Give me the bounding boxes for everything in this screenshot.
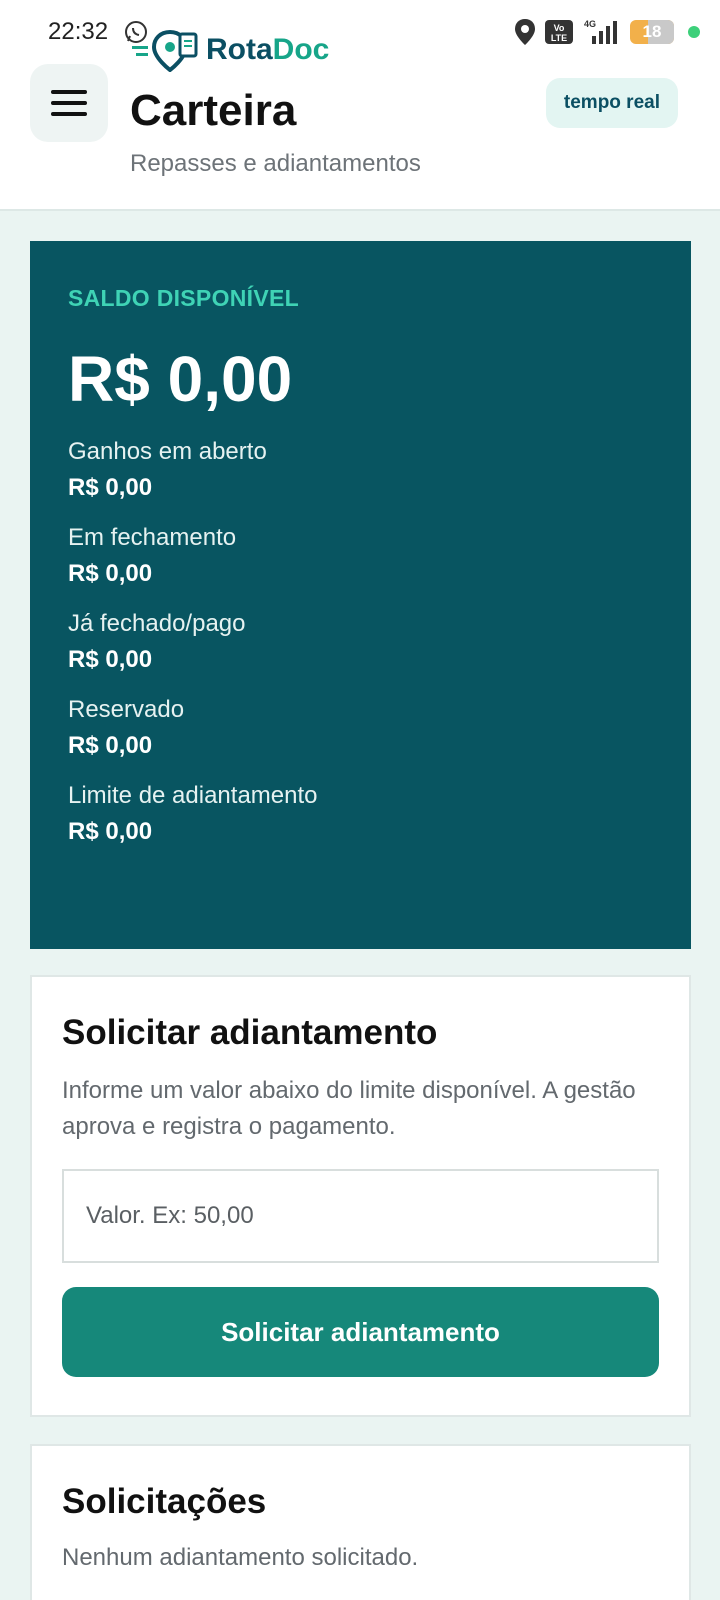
status-icons: Vo LTE 4G 18 [514, 16, 700, 48]
amount-input[interactable] [62, 1169, 659, 1263]
requests-empty-text: Nenhum adiantamento solicitado. [62, 1544, 419, 1571]
stat-value: R$ 0,00 [68, 560, 153, 587]
stat-label: Já fechado/pago [68, 610, 246, 637]
stat-advance-limit: Limite de adiantamento R$ 0,00 [68, 782, 653, 846]
svg-text:4G: 4G [584, 19, 596, 29]
stat-value: R$ 0,00 [68, 732, 153, 759]
request-advance-button[interactable]: Solicitar adiantamento [62, 1287, 659, 1377]
requests-title: Solicitações [62, 1482, 267, 1521]
status-time: 22:32 [48, 18, 109, 45]
balance-amount: R$ 0,00 [68, 343, 293, 415]
stat-label: Em fechamento [68, 524, 237, 551]
app-logo: RotaDoc [130, 28, 329, 72]
advance-request-description: Informe um valor abaixo do limite dispon… [62, 1077, 636, 1140]
menu-button[interactable] [30, 64, 108, 142]
logo-pin-doc-icon [132, 29, 198, 72]
advance-request-title: Solicitar adiantamento [62, 1013, 438, 1052]
hamburger-icon [51, 90, 87, 116]
stat-value: R$ 0,00 [68, 474, 153, 501]
stat-label: Ganhos em aberto [68, 438, 267, 465]
svg-text:Vo: Vo [554, 23, 565, 33]
stat-label: Limite de adiantamento [68, 782, 318, 809]
svg-text:LTE: LTE [551, 33, 567, 43]
signal-icon: 4G [584, 19, 617, 44]
advance-request-card: Solicitar adiantamento Informe um valor … [30, 975, 691, 1417]
active-indicator-dot [688, 26, 700, 38]
page-subtitle: Repasses e adiantamentos [130, 150, 421, 177]
realtime-badge: tempo real [545, 78, 678, 128]
battery-level: 18 [642, 22, 662, 41]
stat-value: R$ 0,00 [68, 646, 153, 673]
location-icon [515, 19, 535, 45]
balance-card: SALDO DISPONÍVEL R$ 0,00 Ganhos em abert… [30, 241, 691, 949]
stat-open-earnings: Ganhos em aberto R$ 0,00 [68, 438, 653, 502]
stat-reserved: Reservado R$ 0,00 [68, 696, 653, 760]
page-title: Carteira [130, 86, 297, 135]
stat-closing: Em fechamento R$ 0,00 [68, 524, 653, 588]
stat-value: R$ 0,00 [68, 818, 153, 845]
stat-label: Reservado [68, 696, 185, 723]
logo-wordmark: RotaDoc [206, 33, 330, 66]
app-header: 22:32 Vo LTE 4G 18 RotaDoc Carteira Repa… [0, 0, 720, 211]
volte-icon: Vo LTE [545, 20, 573, 44]
battery-icon: 18 [630, 20, 674, 44]
requests-card: Solicitações Nenhum adiantamento solicit… [30, 1444, 691, 1600]
balance-label: SALDO DISPONÍVEL [68, 285, 299, 311]
stat-paid: Já fechado/pago R$ 0,00 [68, 610, 653, 674]
